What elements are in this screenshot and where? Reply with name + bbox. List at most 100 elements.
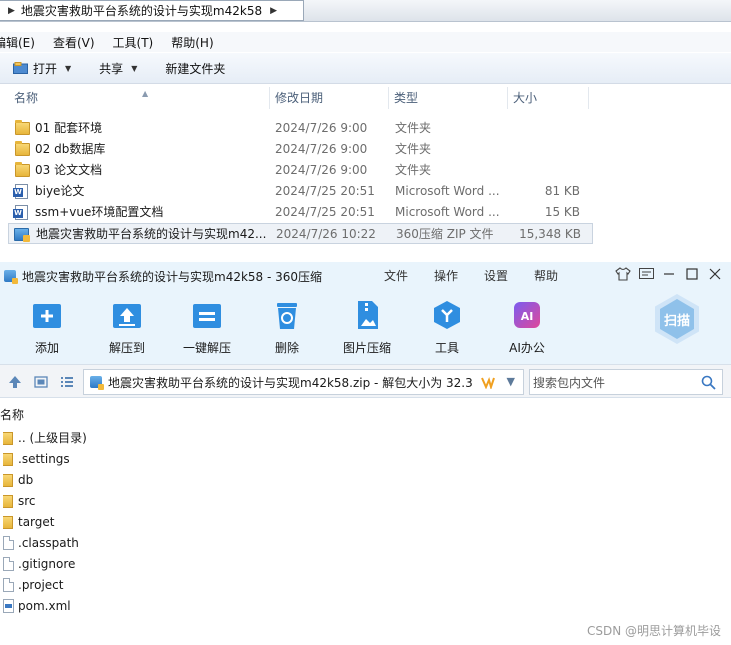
file-row[interactable]: 03 论文文档 2024/7/26 9:00 文件夹 [0,160,731,181]
column-date[interactable]: 修改日期 [269,87,389,109]
file-type: 文件夹 [395,142,432,156]
zip-menu-help[interactable]: 帮助 [534,267,558,284]
ai-office-label: AI办公 [509,341,545,355]
one-click-extract-label: 一键解压 [182,341,231,355]
file-name: 01 配套环境 [35,121,103,135]
delete-button[interactable]: 删除 [247,300,327,356]
list-item[interactable]: pom.xml [0,596,731,617]
zip-app-logo-icon [4,270,18,284]
item-name: db [18,473,34,487]
command-bar: 打开 ▼ 共享 ▼ 新建文件夹 [0,53,731,84]
item-name: .project [18,578,64,592]
list-item[interactable]: .gitignore [0,554,731,575]
chevron-down-icon: ▼ [65,63,72,73]
file-icon [3,578,14,592]
scan-button[interactable]: 扫描 [655,294,701,358]
list-item[interactable]: src [0,491,731,512]
new-folder-button[interactable]: 新建文件夹 [165,60,225,77]
word-doc-icon [13,205,28,220]
column-header: 名称 ▲ 修改日期 类型 大小 [0,87,731,109]
tools-button[interactable]: 工具 [407,300,487,356]
column-name[interactable]: 名称 ▲ [8,87,270,109]
archive-search-input[interactable]: 搜索包内文件 [529,369,723,395]
menu-edit[interactable]: 编辑(E) [0,34,35,51]
add-button[interactable]: 添加 [7,300,87,356]
list-item[interactable]: target [0,512,731,533]
zip-menu-settings[interactable]: 设置 [484,267,508,284]
svg-text:AI: AI [521,310,534,323]
scan-shield-icon: 扫描 [655,294,699,344]
file-row[interactable]: ssm+vue环境配置文档 2024/7/25 20:51 Microsoft … [0,202,731,223]
search-icon[interactable] [701,375,716,390]
zip-menu-file[interactable]: 文件 [384,267,408,284]
archive-path-field[interactable]: 地震灾害救助平台系统的设计与实现m42k58.zip - 解包大小为 32.3 … [83,369,524,395]
image-compress-label: 图片压缩 [342,341,391,355]
item-name: target [18,515,55,529]
file-name: biye论文 [35,184,85,198]
file-date: 2024/7/25 20:51 [275,205,375,219]
list-item[interactable]: .settings [0,449,731,470]
file-size: 15,348 KB [519,227,581,241]
list-item[interactable]: .classpath [0,533,731,554]
file-name: 地震灾害救助平台系统的设计与实现m42... [36,227,267,241]
folder-icon [15,162,30,177]
menu-bar: 编辑(E) 查看(V) 工具(T) 帮助(H) [0,32,731,52]
add-label: 添加 [34,341,59,355]
column-type-label: 类型 [394,91,419,105]
skin-shirt-icon[interactable] [615,266,631,282]
search-placeholder: 搜索包内文件 [533,375,606,390]
folder-icon [3,495,13,508]
close-icon[interactable] [707,266,723,282]
extract-to-icon [113,304,141,328]
ai-office-button[interactable]: AI AI办公 [487,300,567,356]
zip-path-bar: 地震灾害救助平台系统的设计与实现m42k58.zip - 解包大小为 32.3 … [0,364,731,398]
breadcrumb-arrow-icon[interactable]: ▶ [0,6,21,16]
minimize-icon[interactable] [661,266,677,282]
file-date: 2024/7/25 20:51 [275,184,375,198]
up-arrow-icon[interactable] [8,375,22,389]
vip-badge-icon[interactable] [481,376,495,389]
zip-menu-operate[interactable]: 操作 [434,267,458,284]
maximize-icon[interactable] [684,266,700,282]
share-button[interactable]: 共享 ▼ [99,60,137,77]
file-row[interactable]: 02 db数据库 2024/7/26 9:00 文件夹 [0,139,731,160]
file-date: 2024/7/26 9:00 [275,163,368,177]
one-click-extract-button[interactable]: 一键解压 [167,300,247,356]
extract-to-button[interactable]: 解压到 [87,300,167,356]
file-list: 01 配套环境 2024/7/26 9:00 文件夹 02 db数据库 2024… [0,118,731,244]
list-item[interactable]: .. (上级目录) [0,428,731,449]
zip-window-title: 地震灾害救助平台系统的设计与实现m42k58 - 360压缩 [22,269,323,284]
file-name: 02 db数据库 [35,142,106,156]
menu-tools[interactable]: 工具(T) [113,34,154,51]
list-item[interactable]: db [0,470,731,491]
new-folder-label: 新建文件夹 [165,61,226,76]
column-type[interactable]: 类型 [388,87,508,109]
thumbnail-view-icon[interactable] [34,375,48,389]
feedback-icon[interactable] [638,266,654,282]
list-view-icon[interactable] [60,375,74,389]
image-compress-button[interactable]: 图片压缩 [327,300,407,356]
zip-column-name[interactable]: 名称 [0,406,24,423]
file-row[interactable]: biye论文 2024/7/25 20:51 Microsoft Word ..… [0,181,731,202]
column-size[interactable]: 大小 [507,87,589,109]
file-row-selected[interactable]: 地震灾害救助平台系统的设计与实现m42... 2024/7/26 10:22 3… [8,223,593,244]
open-button[interactable]: 打开 ▼ [13,60,71,77]
breadcrumb-chevron-icon[interactable]: ▶ [262,6,277,16]
file-date: 2024/7/26 9:00 [275,142,368,156]
menu-view[interactable]: 查看(V) [53,34,95,51]
one-click-extract-icon [193,304,221,328]
list-item[interactable]: .project [0,575,731,596]
address-box[interactable]: ▶ 地震灾害救助平台系统的设计与实现m42k58 ▶ [0,0,304,21]
zip-archive-icon [14,228,30,242]
file-date: 2024/7/26 9:00 [275,121,368,135]
address-path[interactable]: 地震灾害救助平台系统的设计与实现m42k58 [21,2,262,19]
chevron-down-icon: ▼ [131,63,138,73]
column-name-label: 名称 [14,91,39,105]
menu-help[interactable]: 帮助(H) [171,34,213,51]
zip-titlebar: 地震灾害救助平台系统的设计与实现m42k58 - 360压缩 文件 操作 设置 … [0,262,731,290]
file-type: 文件夹 [395,121,432,135]
zip-menu-bar: 文件 操作 设置 帮助 [384,262,584,288]
file-row[interactable]: 01 配套环境 2024/7/26 9:00 文件夹 [0,118,731,139]
sort-ascending-icon: ▲ [142,89,149,98]
path-dropdown-icon[interactable]: ▼ [507,375,515,388]
